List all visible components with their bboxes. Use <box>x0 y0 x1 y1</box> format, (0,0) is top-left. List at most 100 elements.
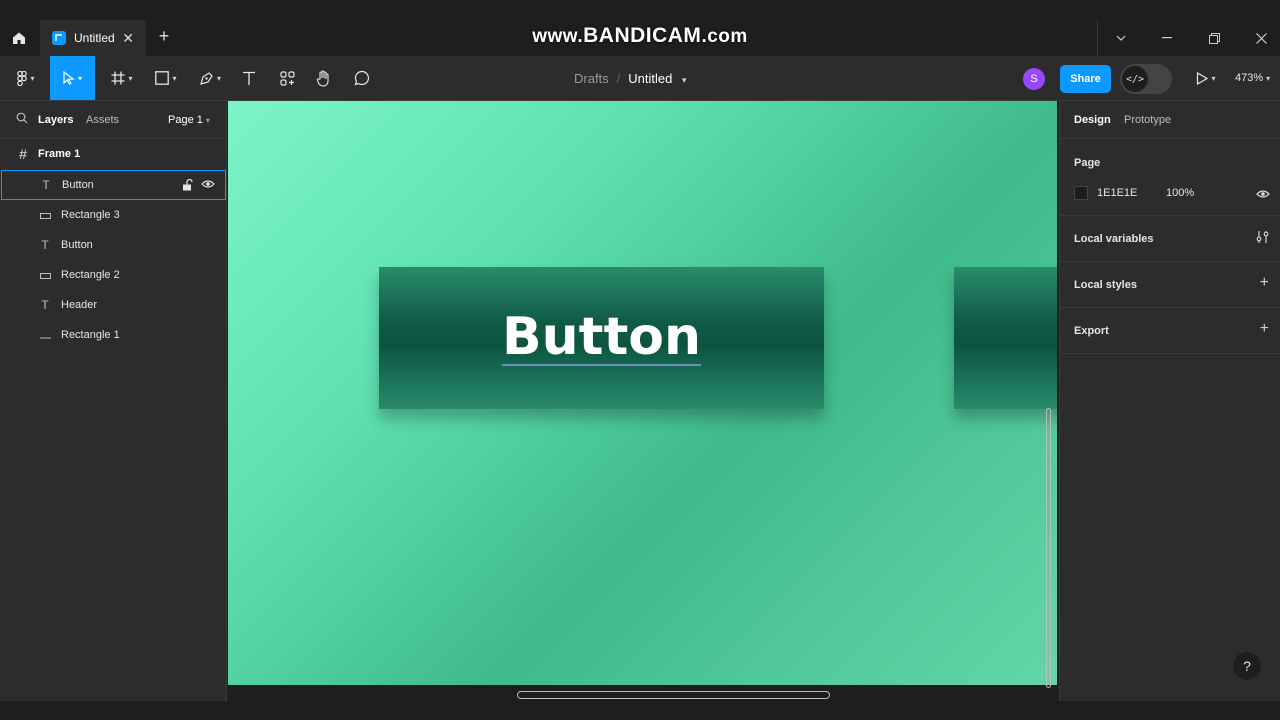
sliders-icon[interactable] <box>1256 230 1269 249</box>
main-menu-button[interactable]: ▾ <box>8 56 44 100</box>
close-window-button[interactable] <box>1238 20 1280 56</box>
frame-hash-icon <box>111 71 125 85</box>
user-avatar[interactable]: S <box>1023 68 1045 90</box>
zoom-level[interactable]: 473% ▾ <box>1235 72 1270 84</box>
plus-icon[interactable]: + <box>1260 274 1269 292</box>
text-layer-icon: T <box>41 238 49 252</box>
search-icon[interactable] <box>16 112 28 127</box>
layer-row-rectangle[interactable]: Rectangle 2 <box>0 260 226 290</box>
file-title[interactable]: Untitled <box>628 71 672 86</box>
chevron-down-icon: ▾ <box>216 73 221 83</box>
pen-icon <box>200 71 213 85</box>
chevron-down-icon[interactable]: ▾ <box>682 75 687 85</box>
restore-button[interactable] <box>1191 20 1237 56</box>
present-button[interactable]: ▾ <box>1190 56 1222 100</box>
figma-logo-icon <box>17 70 28 86</box>
rectangle-layer-icon <box>38 268 52 282</box>
button-rectangle-second[interactable] <box>954 267 1057 409</box>
properties-panel: Design Prototype Page 1E1E1E 100% Local … <box>1059 101 1280 701</box>
breadcrumb-separator: / <box>616 71 621 86</box>
cursor-arrow-icon <box>63 71 75 85</box>
watermark-brand: BANDICAM <box>583 24 702 47</box>
chevron-down-icon: ▾ <box>205 116 210 125</box>
export-section[interactable]: Export + <box>1060 308 1280 354</box>
page-heading: Page <box>1074 157 1101 169</box>
eye-icon[interactable] <box>1256 186 1270 204</box>
frame-tool-button[interactable]: ▾ <box>104 56 140 100</box>
page-color-hex[interactable]: 1E1E1E <box>1097 187 1137 199</box>
play-icon <box>1197 71 1209 85</box>
dev-mode-toggle[interactable]: </> <box>1120 64 1172 94</box>
pen-tool-button[interactable]: ▾ <box>192 56 228 100</box>
minimize-button[interactable] <box>1144 20 1190 56</box>
layer-label: Frame 1 <box>38 148 81 160</box>
layer-label: Button <box>62 179 94 191</box>
frame-1[interactable]: Button <box>228 101 1057 685</box>
vertical-scrollbar[interactable] <box>1046 408 1051 688</box>
help-button[interactable]: ? <box>1233 652 1261 680</box>
share-button[interactable]: Share <box>1060 65 1111 93</box>
page-section: Page <box>1060 139 1280 216</box>
tab-design[interactable]: Design <box>1074 114 1111 126</box>
tab-prototype[interactable]: Prototype <box>1124 114 1171 126</box>
frame-hash-icon: # <box>19 146 27 162</box>
chevron-down-icon: ▾ <box>1266 74 1271 83</box>
code-brackets-icon: </> <box>1122 66 1148 92</box>
title-bar: Untitled ✕ + www.BANDICAM.com <box>0 0 1280 56</box>
hand-icon <box>316 69 329 87</box>
layer-row-rectangle[interactable]: Rectangle 3 <box>0 200 226 230</box>
breadcrumb: Drafts / Untitled ▾ <box>574 71 687 86</box>
breadcrumb-drafts[interactable]: Drafts <box>574 71 609 86</box>
plus-icon[interactable]: + <box>1260 320 1269 338</box>
export-label: Export <box>1074 325 1109 337</box>
layer-row-frame[interactable]: # Frame 1 <box>0 139 226 169</box>
chevron-down-icon: ▾ <box>172 73 177 83</box>
right-panel-tabs: Design Prototype <box>1060 101 1280 139</box>
tab-assets[interactable]: Assets <box>86 114 119 126</box>
tab-overflow-button[interactable] <box>1098 20 1144 56</box>
line-layer-icon <box>38 328 52 342</box>
chevron-down-icon: ▾ <box>1211 73 1216 83</box>
page-selector[interactable]: Page 1 ▾ <box>168 114 210 126</box>
button-text-layer[interactable]: Button <box>379 267 824 409</box>
page-opacity[interactable]: 100% <box>1166 187 1194 199</box>
page-color-swatch[interactable] <box>1074 186 1088 200</box>
minimize-icon <box>1162 37 1172 39</box>
horizontal-scrollbar[interactable] <box>517 691 830 699</box>
shape-tool-button[interactable]: ▾ <box>148 56 184 100</box>
layer-row-text[interactable]: T Button <box>0 230 226 260</box>
rectangle-layer-icon <box>38 208 52 222</box>
hand-tool-button[interactable] <box>311 56 337 100</box>
layer-label: Button <box>61 239 93 251</box>
local-variables-section[interactable]: Local variables <box>1060 216 1280 262</box>
layer-row-text[interactable]: T Button <box>1 170 226 200</box>
text-tool-button[interactable] <box>236 56 262 100</box>
recording-watermark: www.BANDICAM.com <box>0 24 1280 48</box>
button-rectangle[interactable]: Button <box>379 267 824 409</box>
bottom-bar <box>0 701 1280 720</box>
layer-label: Rectangle 3 <box>61 209 120 221</box>
unlock-icon[interactable] <box>182 179 193 191</box>
comment-tool-button[interactable] <box>349 56 375 100</box>
layer-label: Rectangle 2 <box>61 269 120 281</box>
layer-row-line[interactable]: Rectangle 1 <box>0 320 226 350</box>
local-styles-section[interactable]: Local styles + <box>1060 262 1280 308</box>
close-icon <box>1255 32 1267 44</box>
eye-icon[interactable] <box>201 179 215 189</box>
canvas[interactable]: Button <box>227 101 1059 701</box>
resources-icon <box>279 70 295 86</box>
layer-actions <box>182 179 215 191</box>
text-layer-icon: T <box>42 178 50 192</box>
resources-tool-button[interactable] <box>274 56 300 100</box>
layer-row-text[interactable]: T Header <box>0 290 226 320</box>
layer-label: Rectangle 1 <box>61 329 120 341</box>
move-tool-button[interactable]: ▾ <box>50 56 95 100</box>
page-selector-label: Page 1 <box>168 114 203 126</box>
zoom-value: 473% <box>1235 72 1264 84</box>
chevron-down-icon: ▾ <box>128 73 133 83</box>
button-text: Button <box>501 306 702 367</box>
main-toolbar: ▾ ▾ ▾ ▾ ▾ Drafts / Untitled ▾ S Share </> … <box>0 56 1280 101</box>
layers-panel: Layers Assets Page 1 ▾ # Frame 1 T Button… <box>0 101 227 701</box>
tab-layers[interactable]: Layers <box>38 114 73 126</box>
local-variables-label: Local variables <box>1074 233 1154 245</box>
